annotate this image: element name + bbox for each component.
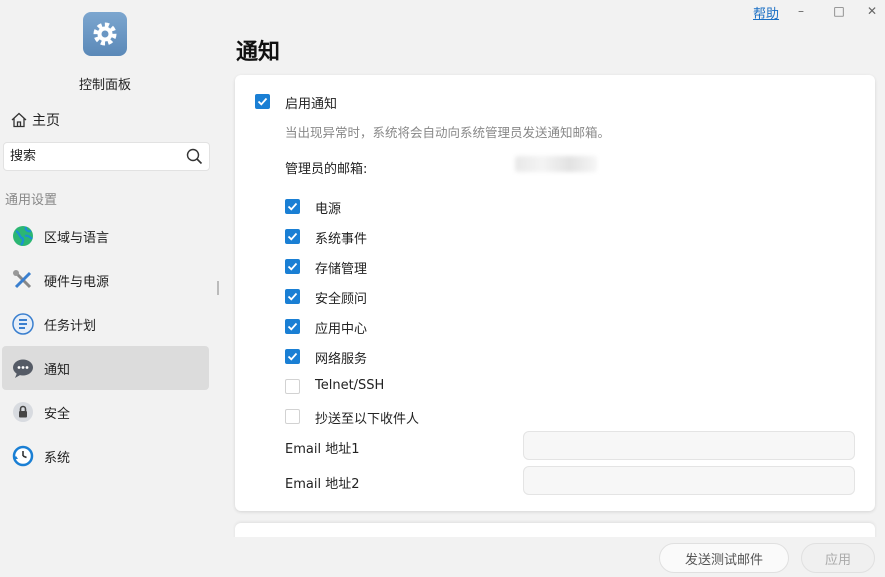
check-icon [287,322,298,331]
email2-input[interactable] [523,466,855,495]
category-label: 电源 [315,202,342,217]
globe-icon [12,225,34,247]
sidebar-item-region-language[interactable]: 区域与语言 [2,214,209,258]
sidebar-item-notification[interactable]: 通知 [2,346,209,390]
category-label: 安全顾问 [315,292,368,307]
category-label: 抄送至以下收件人 [315,412,420,427]
check-icon [287,262,298,271]
search-icon[interactable] [186,148,203,165]
notification-description: 当出现异常时，系统将会自动向系统管理员发送通知邮箱。 [285,125,611,140]
sidebar-item-label: 区域与语言 [44,230,110,246]
cc-recipients-checkbox[interactable] [285,409,300,424]
check-icon [287,352,298,361]
check-icon [257,97,268,106]
admin-email-label: 管理员的邮箱: [285,162,368,177]
gear-icon [93,22,117,46]
home-label: 主页 [32,113,60,129]
category-label: 应用中心 [315,322,368,337]
email1-input[interactable] [523,431,855,460]
sidebar-item-task-scheduler[interactable]: 任务计划 [2,302,209,346]
sidebar-item-system[interactable]: 系统 [2,434,209,478]
check-icon [287,202,298,211]
search-input[interactable] [4,143,174,170]
admin-email-value-redacted [515,156,597,172]
sidebar-item-label: 安全 [44,406,71,422]
app-title: 控制面板 [78,78,131,93]
send-test-email-button[interactable]: 发送测试邮件 [659,543,789,573]
chat-bubble-icon [12,357,34,379]
check-icon [287,292,298,301]
category-label: Telnet/SSH [315,378,385,393]
sidebar-item-label: 任务计划 [44,318,97,334]
email2-label: Email 地址2 [285,477,360,492]
task-list-icon [12,313,34,335]
section-label-general: 通用设置 [5,193,58,208]
category-label: 网络服务 [315,352,368,367]
tools-icon [12,269,34,291]
apply-button[interactable]: 应用 [801,543,875,573]
category-telnet-ssh-checkbox[interactable] [285,379,300,394]
help-link[interactable]: 帮助 [753,3,779,22]
category-app-center-checkbox[interactable] [285,319,300,334]
enable-notification-label: 启用通知 [285,97,338,112]
sidebar-item-label: 硬件与电源 [44,274,110,290]
category-network-services-checkbox[interactable] [285,349,300,364]
maximize-button[interactable]: □ [827,1,851,21]
sidebar: 控制面板 主页 通用设置 区域与语言 硬件与电源 任务计划 [0,0,218,577]
home-icon [11,112,27,128]
email1-label: Email 地址1 [285,442,360,457]
category-system-events-checkbox[interactable] [285,229,300,244]
lock-icon [12,401,34,423]
page-title: 通知 [236,40,281,65]
minimize-button[interactable]: – [789,1,813,21]
control-panel-logo [83,12,127,56]
enable-notification-checkbox[interactable] [255,94,270,109]
category-storage-checkbox[interactable] [285,259,300,274]
search-box [3,142,210,171]
sidebar-item-label: 通知 [44,362,71,378]
category-power-checkbox[interactable] [285,199,300,214]
clock-refresh-icon [12,445,34,467]
sidebar-item-security[interactable]: 安全 [2,390,209,434]
sidebar-resize-handle[interactable] [217,281,219,295]
category-label: 存储管理 [315,262,368,277]
close-button[interactable]: ✕ [860,1,884,21]
sidebar-item-label: 系统 [44,450,71,466]
check-icon [287,232,298,241]
category-label: 系统事件 [315,232,368,247]
sidebar-item-hardware-power[interactable]: 硬件与电源 [2,258,209,302]
home-link[interactable]: 主页 [10,110,60,130]
category-security-advisor-checkbox[interactable] [285,289,300,304]
